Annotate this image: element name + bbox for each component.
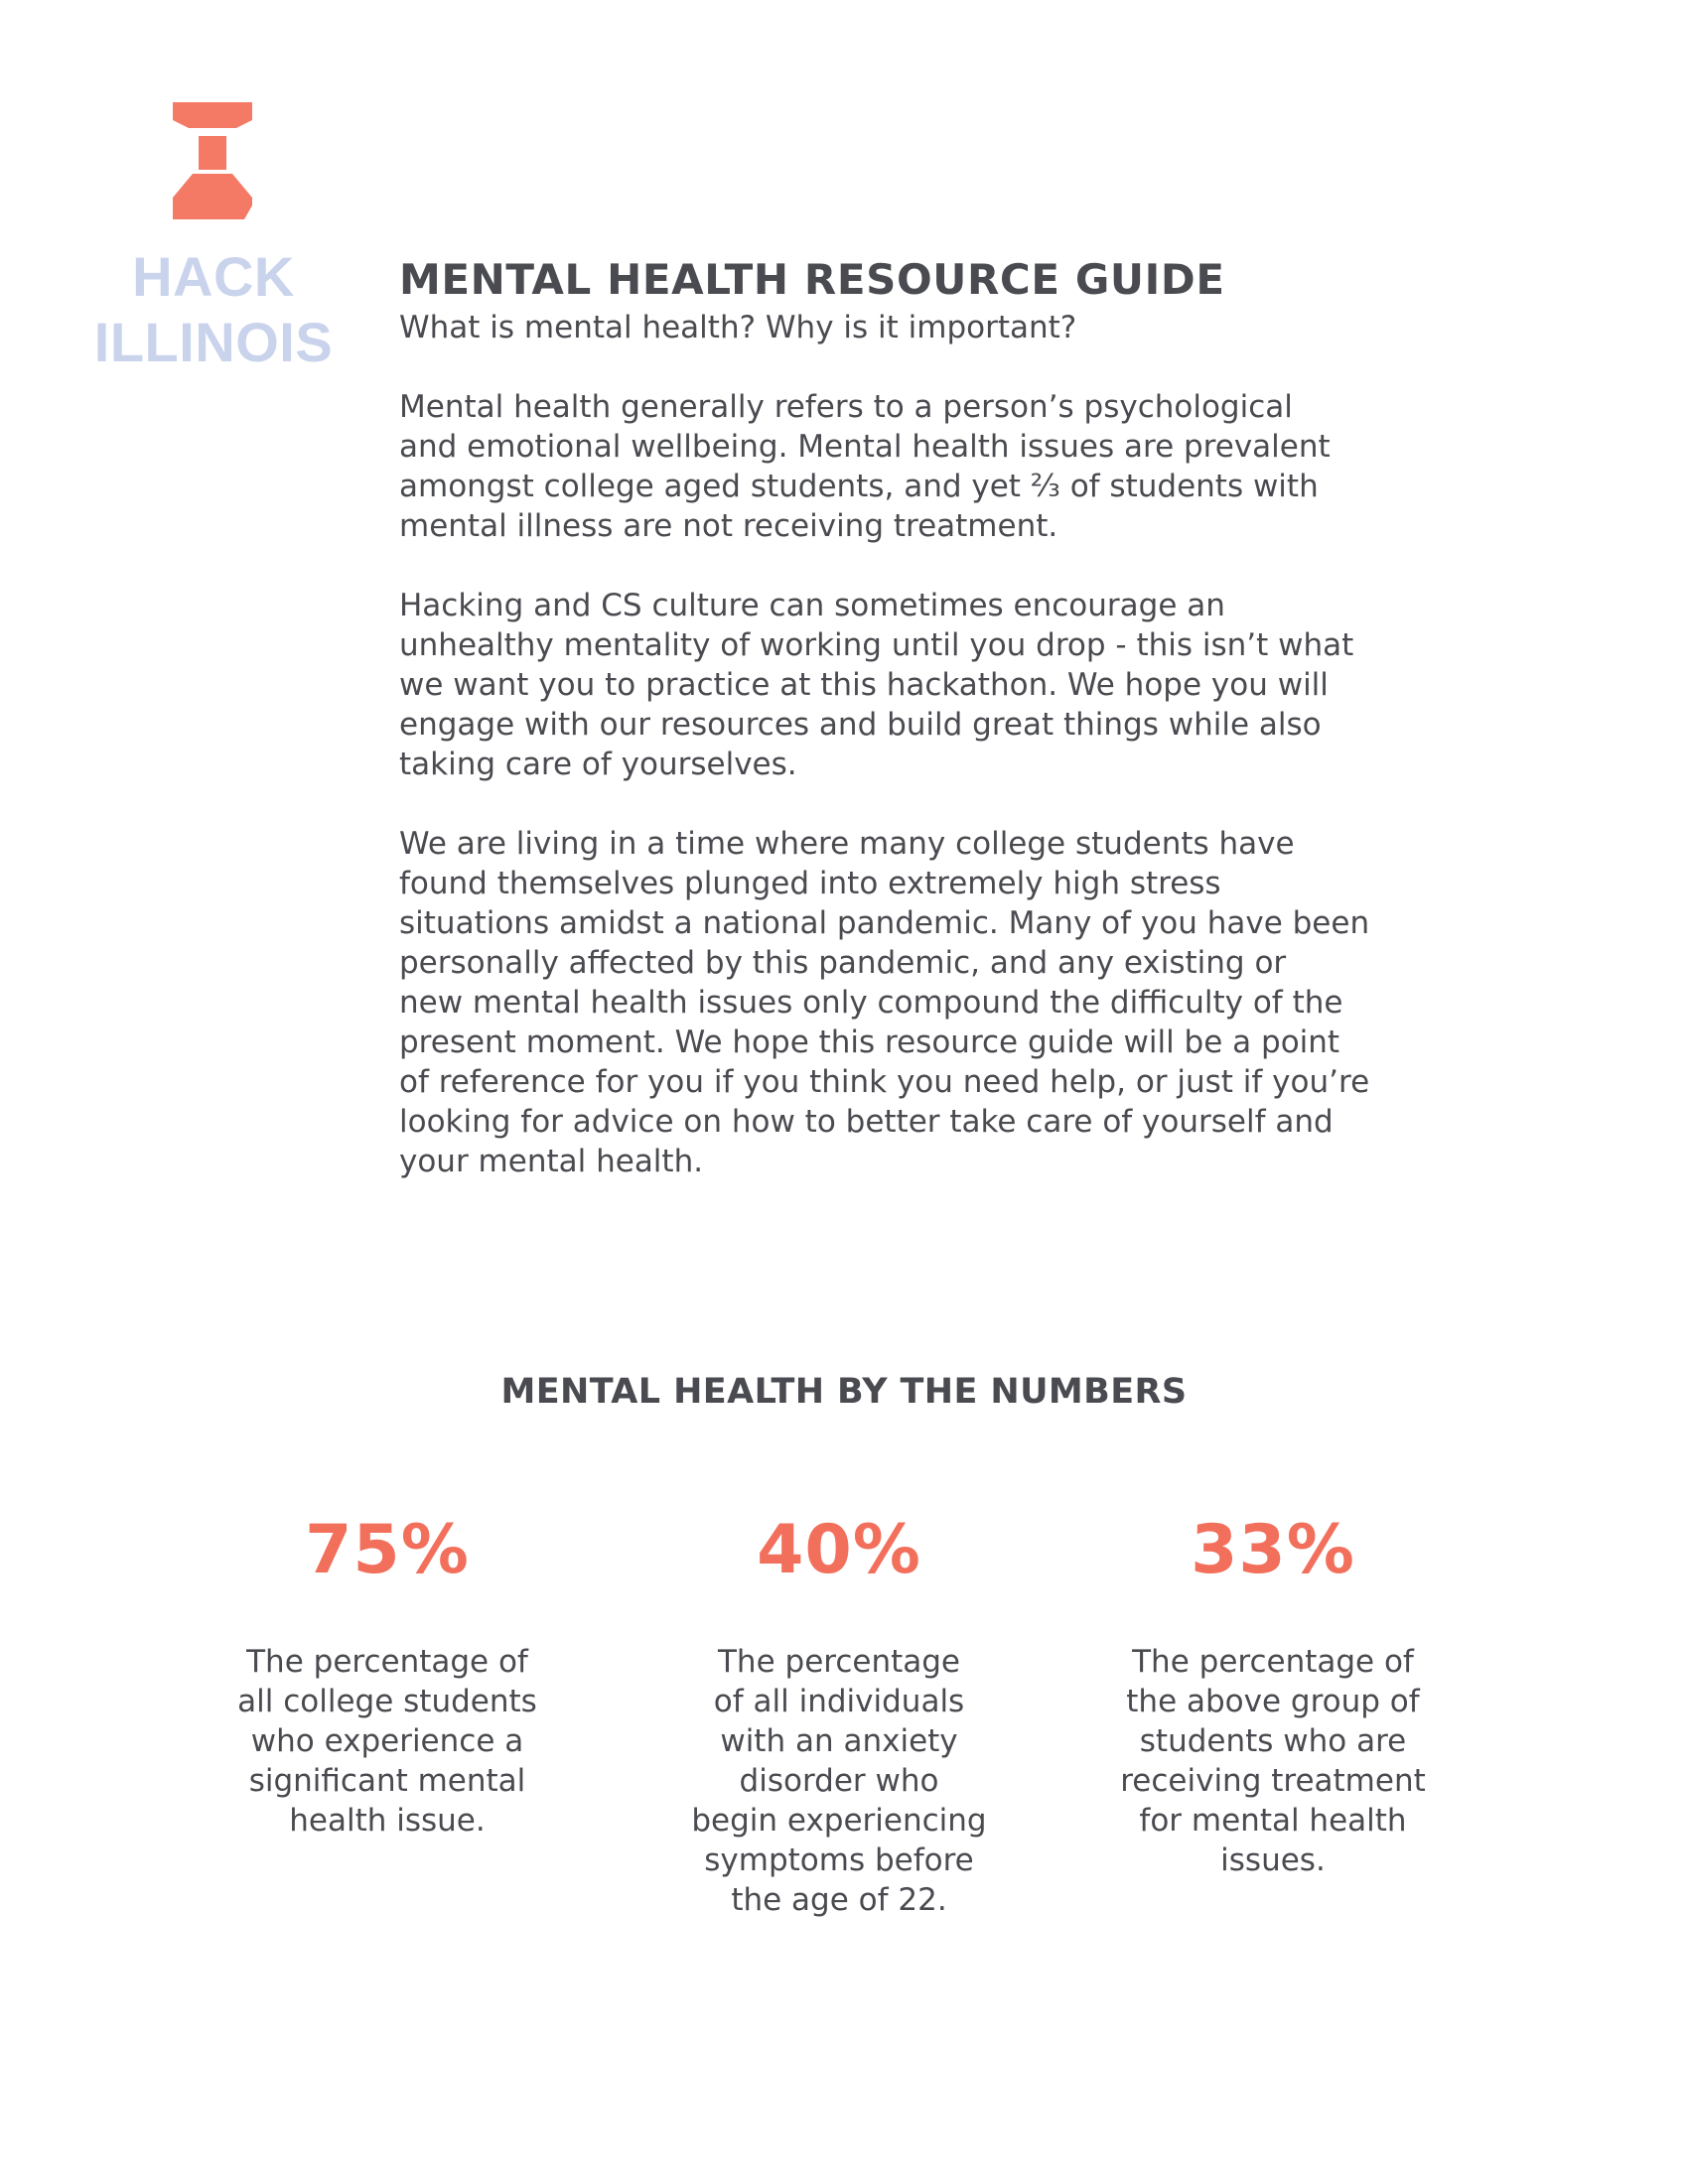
page-subtitle: What is mental health? Why is it importa… bbox=[399, 310, 1077, 345]
pandemic-paragraph: We are living in a time where many colle… bbox=[399, 824, 1491, 1181]
stats-section-title: MENTAL HEALTH BY THE NUMBERS bbox=[500, 1372, 1188, 1412]
intro-paragraph: Mental health generally refers to a pers… bbox=[399, 387, 1491, 546]
stat-description-line: The percentage bbox=[718, 1644, 960, 1680]
stat-description: The percentage of the above group of stu… bbox=[1074, 1642, 1472, 1880]
stat-description-line: the above group of bbox=[1126, 1684, 1420, 1719]
hacking-culture-paragraph: Hacking and CS culture can sometimes enc… bbox=[399, 586, 1491, 784]
paragraph-line: engage with our resources and build grea… bbox=[399, 707, 1322, 743]
stat-value: 75% bbox=[305, 1511, 470, 1589]
logo-wordmark: HACK ILLINOIS bbox=[79, 244, 348, 375]
stat-description-line: with an anxiety bbox=[720, 1723, 958, 1759]
stat-college-students: 75% The percentage of all college studen… bbox=[189, 1509, 586, 1841]
paragraph-line: situations amidst a national pandemic. M… bbox=[399, 905, 1370, 941]
stat-description-line: issues. bbox=[1220, 1843, 1326, 1878]
stat-description-line: of all individuals bbox=[713, 1684, 965, 1719]
page-title: MENTAL HEALTH RESOURCE GUIDE bbox=[399, 255, 1225, 304]
paragraph-line: personally affected by this pandemic, an… bbox=[399, 945, 1287, 981]
paragraph-line: mental illness are not receiving treatme… bbox=[399, 508, 1058, 544]
paragraph-line: your mental health. bbox=[399, 1144, 704, 1179]
stat-description-line: The percentage of bbox=[246, 1644, 528, 1680]
main-content: MENTAL HEALTH RESOURCE GUIDE What is men… bbox=[399, 254, 1491, 1181]
logo-word-hack: HACK bbox=[132, 245, 295, 308]
stat-description-line: symptoms before bbox=[704, 1843, 974, 1878]
paragraph-line: of reference for you if you think you ne… bbox=[399, 1064, 1370, 1100]
stat-description: The percentage of all college students w… bbox=[189, 1642, 586, 1841]
paragraph-line: amongst college aged students, and yet ⅔… bbox=[399, 469, 1319, 504]
paragraph-line: taking care of yourselves. bbox=[399, 747, 797, 782]
stat-description-line: who experience a bbox=[250, 1723, 524, 1759]
stat-description-line: receiving treatment bbox=[1120, 1763, 1426, 1799]
stat-description-line: all college students bbox=[237, 1684, 537, 1719]
paragraph-line: and emotional wellbeing. Mental health i… bbox=[399, 429, 1331, 465]
paragraph-line: found themselves plunged into extremely … bbox=[399, 866, 1221, 901]
stat-description-line: students who are bbox=[1139, 1723, 1407, 1759]
paragraph-line: Mental health generally refers to a pers… bbox=[399, 389, 1293, 425]
stat-description: The percentage of all individuals with a… bbox=[640, 1642, 1038, 1920]
stat-description-line: disorder who bbox=[739, 1763, 939, 1799]
paragraph-line: new mental health issues only compound t… bbox=[399, 985, 1343, 1021]
paragraph-line: we want you to practice at this hackatho… bbox=[399, 667, 1329, 703]
paragraph-line: We are living in a time where many colle… bbox=[399, 826, 1295, 862]
hackillinois-i-logo-icon bbox=[173, 102, 252, 219]
stat-description-line: significant mental bbox=[248, 1763, 526, 1799]
stat-description-line: begin experiencing bbox=[691, 1803, 987, 1839]
stat-description-line: The percentage of bbox=[1132, 1644, 1414, 1680]
paragraph-line: Hacking and CS culture can sometimes enc… bbox=[399, 588, 1225, 623]
paragraph-line: unhealthy mentality of working until you… bbox=[399, 627, 1354, 663]
stat-description-line: the age of 22. bbox=[731, 1882, 947, 1918]
stat-value: 33% bbox=[1191, 1511, 1355, 1589]
paragraph-line: present moment. We hope this resource gu… bbox=[399, 1024, 1340, 1060]
stat-description-line: health issue. bbox=[289, 1803, 486, 1839]
stat-receiving-treatment: 33% The percentage of the above group of… bbox=[1074, 1509, 1472, 1880]
paragraph-line: looking for advice on how to better take… bbox=[399, 1104, 1334, 1140]
stat-anxiety-onset: 40% The percentage of all individuals wi… bbox=[640, 1509, 1038, 1920]
logo-word-illinois: ILLINOIS bbox=[93, 311, 334, 373]
stat-value: 40% bbox=[757, 1511, 921, 1589]
stat-description-line: for mental health bbox=[1139, 1803, 1407, 1839]
